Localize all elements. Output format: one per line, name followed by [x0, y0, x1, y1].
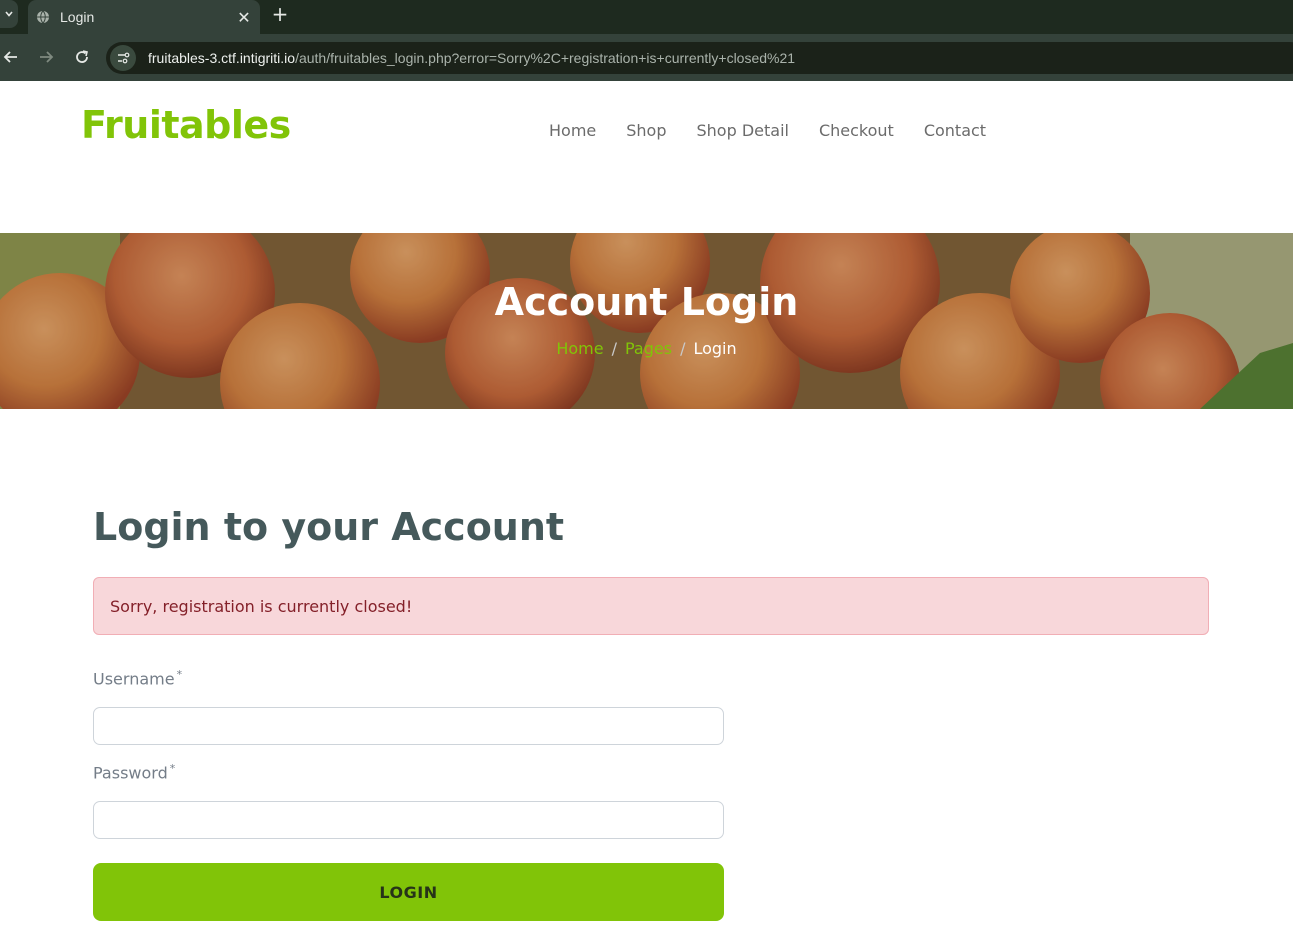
username-label: Username * — [93, 668, 183, 689]
breadcrumb-separator: / — [680, 339, 686, 358]
close-tab-icon[interactable]: ✕ — [236, 8, 252, 27]
nav-shop[interactable]: Shop — [626, 121, 666, 140]
reload-icon[interactable] — [71, 46, 93, 68]
password-input[interactable] — [93, 801, 724, 839]
login-button[interactable]: LOGIN — [93, 863, 724, 921]
main-nav: Home Shop Shop Detail Checkout Contact — [549, 121, 986, 140]
nav-shop-detail[interactable]: Shop Detail — [697, 121, 789, 140]
address-bar[interactable]: fruitables-3.ctf.intigriti.io/auth/fruit… — [106, 42, 1293, 74]
site-logo[interactable]: Fruitables — [81, 103, 291, 147]
tab-title: Login — [60, 9, 95, 25]
breadcrumb-separator: / — [611, 339, 617, 358]
error-alert: Sorry, registration is currently closed! — [93, 577, 1209, 635]
page: Fruitables Home Shop Shop Detail Checkou… — [0, 81, 1293, 942]
page-title: Account Login — [494, 280, 799, 324]
breadcrumb-current: Login — [693, 339, 737, 358]
required-marker: * — [169, 762, 176, 775]
tab-search-chevron-icon[interactable] — [0, 0, 18, 28]
breadcrumb-home[interactable]: Home — [556, 339, 603, 358]
globe-icon — [37, 10, 49, 24]
forward-icon[interactable] — [35, 46, 57, 68]
browser-tab-bar: Login ✕ + — [0, 0, 1293, 34]
required-marker: * — [176, 668, 183, 681]
nav-checkout[interactable]: Checkout — [819, 121, 894, 140]
nav-contact[interactable]: Contact — [924, 121, 986, 140]
nav-home[interactable]: Home — [549, 121, 596, 140]
password-label: Password * — [93, 762, 176, 783]
new-tab-icon[interactable]: + — [270, 4, 290, 24]
breadcrumb: Home / Pages / Login — [0, 339, 1293, 358]
breadcrumb-pages[interactable]: Pages — [625, 339, 672, 358]
browser-tab-login[interactable]: Login ✕ — [28, 0, 260, 34]
page-header-banner: Account Login Home / Pages / Login — [0, 233, 1293, 409]
username-input[interactable] — [93, 707, 724, 745]
url-text: fruitables-3.ctf.intigriti.io/auth/fruit… — [148, 50, 796, 66]
browser-toolbar: fruitables-3.ctf.intigriti.io/auth/fruit… — [0, 34, 1293, 81]
login-heading: Login to your Account — [93, 505, 565, 549]
site-info-icon[interactable] — [110, 45, 136, 71]
back-icon[interactable] — [0, 46, 22, 68]
